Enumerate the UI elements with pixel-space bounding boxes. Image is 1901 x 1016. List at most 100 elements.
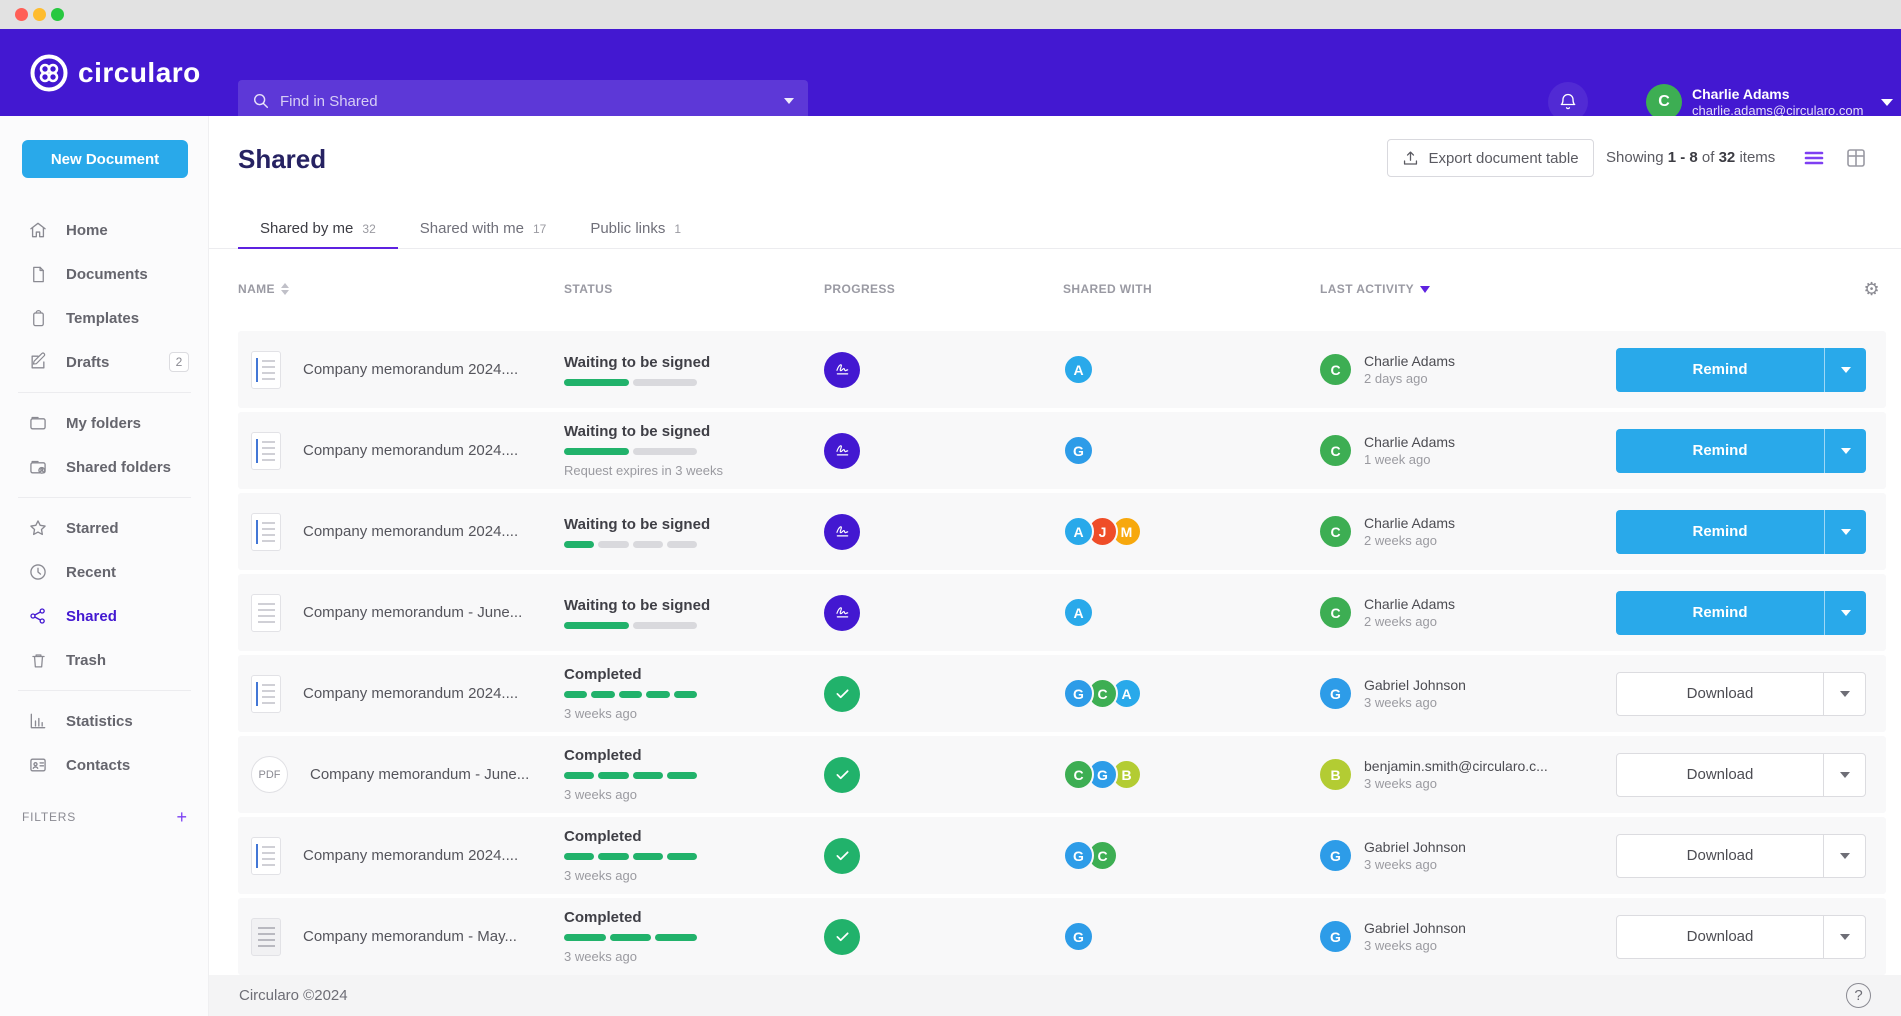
shared-with-cell: AJM [1063, 516, 1320, 547]
action-cell: Download [1616, 915, 1886, 959]
sidebar-item-label: Contacts [66, 757, 130, 774]
action-dropdown-button[interactable] [1824, 510, 1866, 554]
action-dropdown-button[interactable] [1824, 348, 1866, 392]
sidebar-item-my-folders[interactable]: My folders [0, 401, 209, 445]
document-thumbnail-icon [251, 837, 281, 875]
column-header-status[interactable]: STATUS [564, 276, 824, 302]
action-button-group: Remind [1616, 348, 1866, 392]
action-dropdown-button[interactable] [1824, 429, 1866, 473]
action-dropdown-button[interactable] [1823, 673, 1865, 715]
search-dropdown-caret-icon[interactable] [784, 98, 794, 104]
action-cell: Remind [1616, 510, 1886, 554]
export-document-table-button[interactable]: Export document table [1387, 139, 1594, 177]
tab-count: 1 [674, 222, 681, 236]
sidebar-item-contacts[interactable]: Contacts [0, 743, 209, 787]
progress-bar-segment [564, 541, 594, 548]
name-cell[interactable]: Company memorandum 2024.... [238, 837, 564, 875]
copyright-text: Circularo ©2024 [239, 987, 348, 1004]
sidebar-item-drafts[interactable]: Drafts2 [0, 340, 209, 384]
activity-user-name: Charlie Adams [1364, 433, 1455, 451]
list-view-toggle[interactable] [1803, 147, 1825, 169]
name-cell[interactable]: Company memorandum 2024.... [238, 675, 564, 713]
column-header-name[interactable]: NAME [238, 276, 564, 302]
grid-view-toggle[interactable] [1845, 147, 1867, 169]
sidebar-item-shared-folders[interactable]: Shared folders [0, 445, 209, 489]
download-button[interactable]: Download [1617, 754, 1823, 796]
signature-pending-icon [824, 433, 860, 469]
name-cell[interactable]: Company memorandum 2024.... [238, 432, 564, 470]
column-header-last-activity[interactable]: LAST ACTIVITY [1320, 276, 1616, 302]
status-label: Waiting to be signed [564, 354, 824, 371]
remind-button[interactable]: Remind [1616, 510, 1824, 554]
sidebar-item-starred[interactable]: Starred [0, 506, 209, 550]
action-button-group: Download [1616, 672, 1866, 716]
caret-down-icon [1840, 691, 1850, 697]
remind-button[interactable]: Remind [1616, 348, 1824, 392]
column-header-progress[interactable]: PROGRESS [824, 276, 1063, 302]
sidebar-item-templates[interactable]: Templates [0, 296, 209, 340]
action-dropdown-button[interactable] [1824, 591, 1866, 635]
column-header-shared-with[interactable]: SHARED WITH [1063, 276, 1320, 302]
progress-bar-segment [610, 934, 652, 941]
sidebar-item-label: Shared [66, 608, 117, 625]
sidebar-item-home[interactable]: Home [0, 208, 209, 252]
tab-shared-with-me[interactable]: Shared with me 17 [398, 210, 569, 249]
action-dropdown-button[interactable] [1823, 754, 1865, 796]
trash-icon [28, 650, 48, 670]
last-activity-cell: B benjamin.smith@circularo.c... 3 weeks … [1320, 757, 1616, 792]
add-filter-button[interactable]: + [176, 807, 187, 828]
name-cell[interactable]: PDF Company memorandum - June... [238, 756, 564, 793]
sidebar-item-documents[interactable]: Documents [0, 252, 209, 296]
activity-time: 3 weeks ago [1364, 856, 1466, 873]
sidebar-item-statistics[interactable]: Statistics [0, 699, 209, 743]
tab-shared-by-me[interactable]: Shared by me 32 [238, 210, 398, 249]
download-button[interactable]: Download [1617, 835, 1823, 877]
activity-time: 1 week ago [1364, 451, 1455, 468]
status-cell: Waiting to be signed [564, 597, 824, 629]
user-menu[interactable]: C Charlie Adams charlie.adams@circularo.… [1646, 84, 1893, 120]
table-row: Company memorandum - June... Waiting to … [238, 574, 1886, 651]
progress-bar-segment [564, 448, 629, 455]
shared-with-avatar: G [1063, 921, 1094, 952]
name-cell[interactable]: Company memorandum 2024.... [238, 351, 564, 389]
action-cell: Remind [1616, 348, 1886, 392]
share-icon [28, 606, 48, 626]
document-name: Company memorandum - June... [303, 604, 522, 621]
action-dropdown-button[interactable] [1823, 916, 1865, 958]
sidebar-item-recent[interactable]: Recent [0, 550, 209, 594]
remind-button[interactable]: Remind [1616, 429, 1824, 473]
minimize-button[interactable] [33, 8, 46, 21]
name-cell[interactable]: Company memorandum 2024.... [238, 513, 564, 551]
sidebar-divider [18, 690, 191, 691]
activity-avatar: G [1320, 678, 1351, 709]
tab-public-links[interactable]: Public links 1 [568, 210, 703, 249]
document-thumbnail-icon [251, 594, 281, 632]
table-settings-gear-icon[interactable]: ⚙ [1863, 279, 1880, 300]
shared-with-cell: A [1063, 597, 1320, 628]
close-button[interactable] [15, 8, 28, 21]
shared-folder-icon [28, 457, 48, 477]
sidebar-item-label: Documents [66, 266, 148, 283]
sidebar-item-shared[interactable]: Shared [0, 594, 209, 638]
new-document-button[interactable]: New Document [22, 140, 188, 178]
action-dropdown-button[interactable] [1823, 835, 1865, 877]
progress-bar-segment [564, 853, 594, 860]
action-cell: Download [1616, 834, 1886, 878]
progress-bar [564, 853, 697, 860]
remind-button[interactable]: Remind [1616, 591, 1824, 635]
search-input[interactable] [280, 93, 784, 110]
sidebar-item-trash[interactable]: Trash [0, 638, 209, 682]
name-cell[interactable]: Company memorandum - June... [238, 594, 564, 632]
last-activity-cell: G Gabriel Johnson 3 weeks ago [1320, 676, 1616, 711]
name-cell[interactable]: Company memorandum - May... [238, 918, 564, 956]
download-button[interactable]: Download [1617, 916, 1823, 958]
download-button[interactable]: Download [1617, 673, 1823, 715]
sidebar-item-label: Statistics [66, 713, 133, 730]
status-cell: Completed 3 weeks ago [564, 909, 824, 964]
progress-bar-segment [674, 691, 697, 698]
status-subtext: 3 weeks ago [564, 949, 824, 964]
progress-cell [824, 838, 1063, 874]
maximize-button[interactable] [51, 8, 64, 21]
help-button[interactable]: ? [1846, 983, 1871, 1008]
activity-time: 2 weeks ago [1364, 613, 1455, 630]
